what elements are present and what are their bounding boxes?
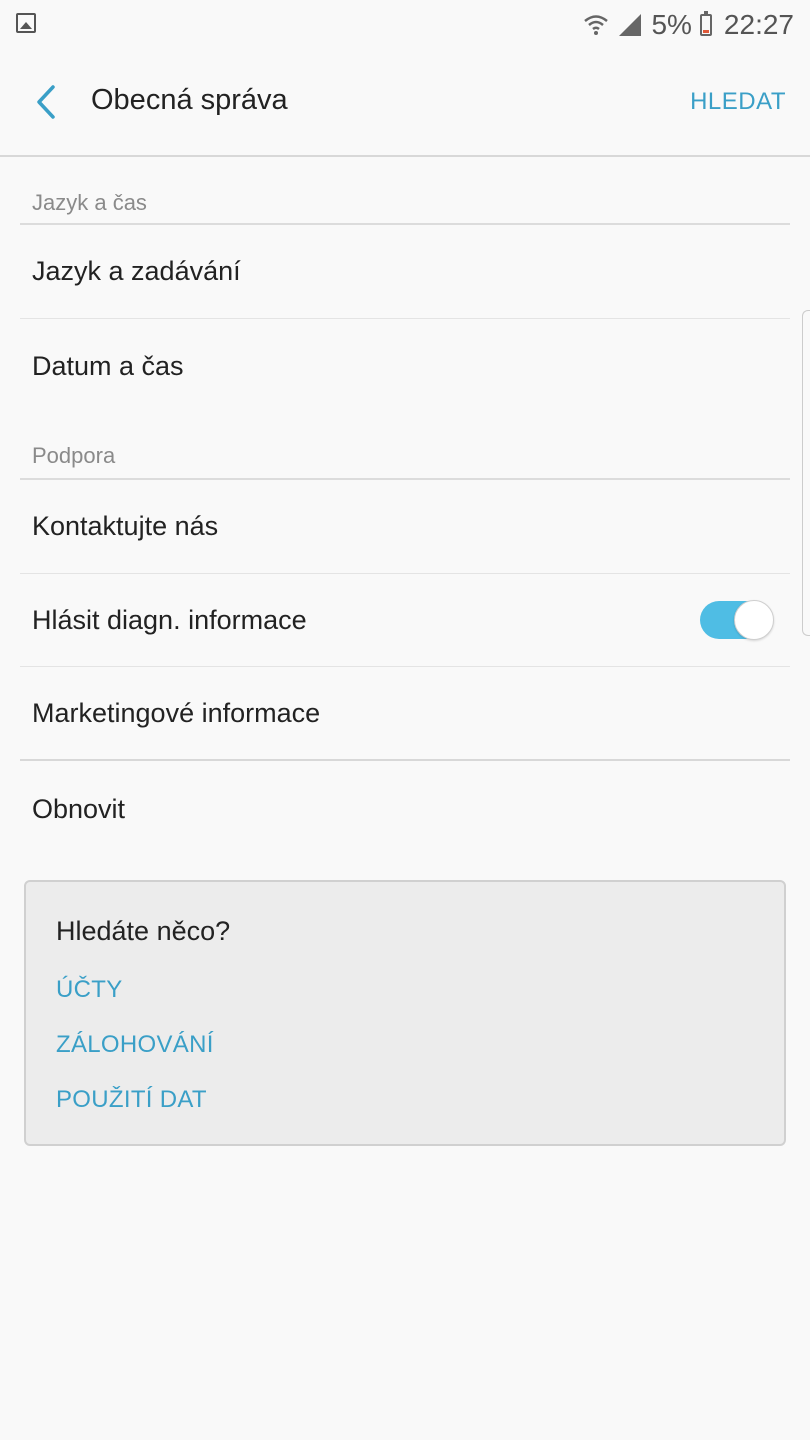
suggestion-link-data-usage[interactable]: POUŽITÍ DAT bbox=[56, 1086, 207, 1114]
status-bar: 5% 22:27 bbox=[0, 0, 810, 50]
list-item-contact-us[interactable]: Kontaktujte nás bbox=[20, 480, 790, 574]
battery-icon bbox=[699, 11, 712, 36]
settings-list: Jazyk a čas Jazyk a zadávání Datum a čas… bbox=[20, 157, 790, 857]
suggestions-card: Hledáte něco? ÚČTY ZÁLOHOVÁNÍ POUŽITÍ DA… bbox=[24, 880, 786, 1146]
list-item-marketing-info[interactable]: Marketingové informace bbox=[20, 667, 790, 761]
chevron-left-icon bbox=[37, 85, 55, 119]
list-item-label: Marketingové informace bbox=[32, 697, 321, 728]
search-button[interactable]: HLEDAT bbox=[690, 88, 786, 116]
list-item-report-diagnostics[interactable]: Hlásit diagn. informace bbox=[20, 574, 790, 667]
diagnostics-toggle[interactable] bbox=[700, 600, 774, 640]
battery-percent: 5% bbox=[651, 9, 692, 40]
list-item-label: Obnovit bbox=[32, 793, 126, 824]
suggestions-title: Hledáte něco? bbox=[56, 916, 231, 946]
section-header-language-time: Jazyk a čas bbox=[20, 157, 790, 225]
list-item-label: Kontaktujte nás bbox=[32, 511, 219, 541]
list-item-reset[interactable]: Obnovit bbox=[20, 761, 790, 857]
status-icons: 5% 22:27 bbox=[583, 6, 794, 44]
suggestion-link-backup[interactable]: ZÁLOHOVÁNÍ bbox=[56, 1031, 214, 1059]
gallery-icon bbox=[16, 13, 36, 33]
signal-icon bbox=[619, 14, 642, 36]
list-item-language-input[interactable]: Jazyk a zadávání bbox=[20, 225, 790, 319]
clock: 22:27 bbox=[723, 9, 794, 40]
toggle-knob bbox=[734, 600, 774, 640]
list-item-label: Jazyk a zadávání bbox=[32, 256, 241, 286]
suggestion-link-accounts[interactable]: ÚČTY bbox=[56, 976, 123, 1004]
section-header-support: Podpora bbox=[20, 413, 790, 480]
list-item-label: Hlásit diagn. informace bbox=[32, 604, 307, 635]
wifi-icon bbox=[584, 15, 609, 35]
list-item-label: Datum a čas bbox=[32, 350, 184, 381]
scrollbar[interactable] bbox=[802, 310, 810, 636]
page-title: Obecná správa bbox=[91, 84, 288, 116]
back-button[interactable] bbox=[26, 80, 66, 124]
app-bar: Obecná správa HLEDAT bbox=[0, 50, 810, 157]
list-item-date-time[interactable]: Datum a čas bbox=[20, 319, 790, 413]
